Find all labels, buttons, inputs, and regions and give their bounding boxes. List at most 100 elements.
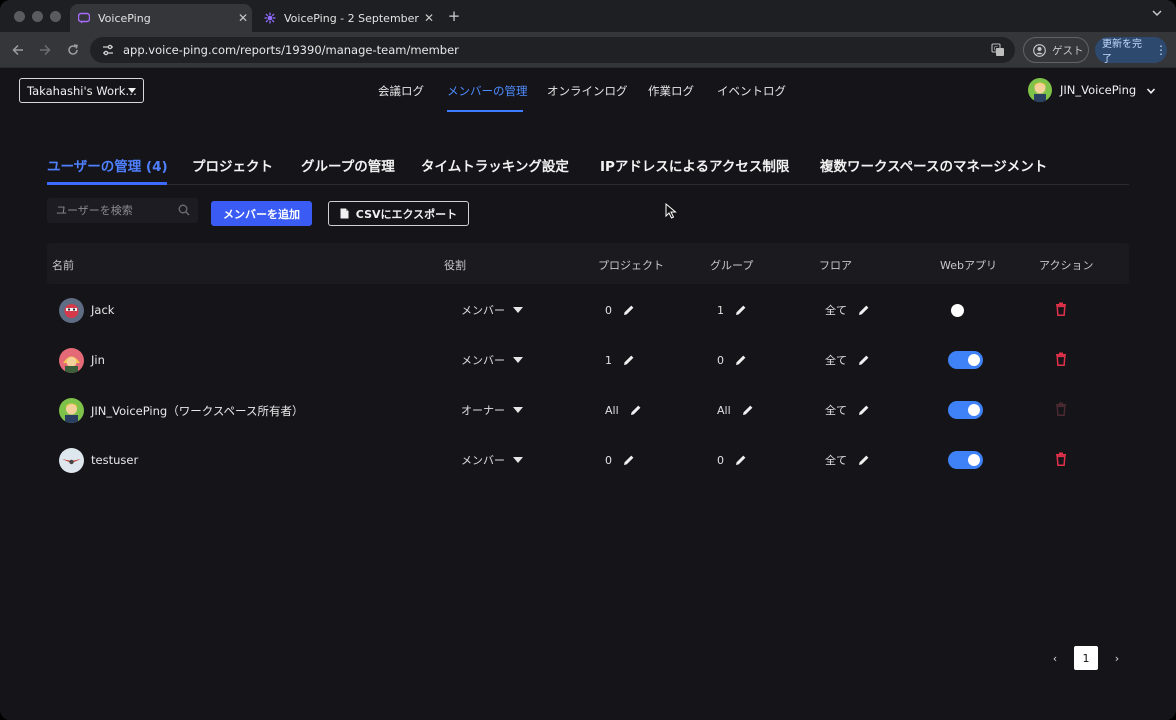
edit-pencil-icon[interactable] xyxy=(858,454,870,466)
update-browser-button[interactable]: 更新を完了 ⋮ xyxy=(1095,37,1167,65)
guest-label: ゲスト xyxy=(1052,44,1084,57)
group-count: 0 xyxy=(717,453,724,467)
tab-strip: VoicePing ✕ VoicePing - 2 September 2024… xyxy=(0,0,1176,32)
workspace-select[interactable]: Takahashi's Work… xyxy=(19,78,144,103)
role-select[interactable]: オーナー xyxy=(461,402,523,418)
delete-trash-icon[interactable] xyxy=(1055,352,1067,366)
avatar xyxy=(1028,78,1052,102)
translate-icon[interactable]: G xyxy=(991,43,1005,57)
active-tab-indicator xyxy=(47,182,167,185)
pagination-prev-icon[interactable]: ‹ xyxy=(1043,646,1067,670)
edit-pencil-icon[interactable] xyxy=(858,304,870,316)
web-app-toggle[interactable] xyxy=(948,451,983,469)
caret-down-icon xyxy=(513,407,523,413)
mouse-cursor-icon xyxy=(665,202,677,219)
app-header: Takahashi's Work… 会議ログ メンバーの管理 オンラインログ 作… xyxy=(0,68,1176,112)
tab-close-icon[interactable]: ✕ xyxy=(420,11,438,25)
export-csv-button[interactable]: CSVにエクスポート xyxy=(328,201,469,226)
project-count-cell: All xyxy=(605,402,642,418)
project-count-cell: 0 xyxy=(605,302,635,318)
tab-close-icon[interactable]: ✕ xyxy=(234,11,252,25)
tabs-divider xyxy=(47,184,1129,185)
project-count: 1 xyxy=(605,353,612,367)
avatar xyxy=(59,298,84,323)
pagination-next-icon[interactable]: › xyxy=(1105,646,1129,670)
pagination-page-1[interactable]: 1 xyxy=(1074,646,1098,670)
floor-cell: 全て xyxy=(825,402,870,418)
column-group: グループ xyxy=(710,259,754,272)
edit-pencil-icon[interactable] xyxy=(858,354,870,366)
nav-member-management[interactable]: メンバーの管理 xyxy=(447,83,528,99)
user-name: JIN_VoicePing（ワークスペース所有者） xyxy=(91,404,304,418)
edit-pencil-icon[interactable] xyxy=(742,404,754,416)
role-value: メンバー xyxy=(461,354,505,367)
group-count-cell: 1 xyxy=(717,302,747,318)
kebab-menu-icon[interactable]: ⋮ xyxy=(1155,43,1167,57)
window-zoom-dot[interactable] xyxy=(50,11,61,22)
nav-event-log[interactable]: イベントログ xyxy=(717,83,786,99)
column-floor: フロア xyxy=(819,259,852,272)
tab-time-tracking[interactable]: タイムトラッキング設定 xyxy=(421,155,569,175)
url-text: app.voice-ping.com/reports/19390/manage-… xyxy=(123,43,459,57)
browser-tab-report[interactable]: VoicePing - 2 September 2024 ✕ xyxy=(256,4,438,32)
reload-icon[interactable] xyxy=(64,41,82,59)
back-icon[interactable] xyxy=(9,41,27,59)
new-tab-icon[interactable]: + xyxy=(445,7,463,25)
caret-down-icon xyxy=(513,457,523,463)
edit-pencil-icon[interactable] xyxy=(858,404,870,416)
web-app-toggle[interactable] xyxy=(948,301,983,319)
delete-trash-icon[interactable] xyxy=(1055,452,1067,466)
nav-meeting-log[interactable]: 会議ログ xyxy=(378,83,424,99)
web-app-toggle[interactable] xyxy=(948,351,983,369)
column-web-app: Webアプリ xyxy=(940,259,997,272)
table-header: 名前 役割 プロジェクト グループ フロア Webアプリ アクション xyxy=(47,243,1129,284)
avatar xyxy=(59,348,84,373)
user-name: Jin xyxy=(91,353,105,367)
nav-online-log[interactable]: オンラインログ xyxy=(547,83,628,99)
browser-tab-voiceping[interactable]: VoicePing ✕ xyxy=(70,4,252,32)
role-select[interactable]: メンバー xyxy=(461,302,523,318)
nav-work-log[interactable]: 作業ログ xyxy=(648,83,694,99)
search-input[interactable] xyxy=(47,198,177,223)
edit-pencil-icon[interactable] xyxy=(735,354,747,366)
edit-pencil-icon[interactable] xyxy=(623,304,635,316)
edit-pencil-icon[interactable] xyxy=(630,404,642,416)
edit-pencil-icon[interactable] xyxy=(623,354,635,366)
role-select[interactable]: メンバー xyxy=(461,452,523,468)
user-name: testuser xyxy=(91,453,139,467)
edit-pencil-icon[interactable] xyxy=(735,454,747,466)
toggle-knob xyxy=(968,354,980,366)
edit-pencil-icon[interactable] xyxy=(735,304,747,316)
user-name: Jack xyxy=(91,303,115,317)
tab-ip-restriction[interactable]: IPアドレスによるアクセス制限 xyxy=(600,155,789,175)
toggle-knob xyxy=(968,454,980,466)
role-select[interactable]: メンバー xyxy=(461,352,523,368)
forward-icon[interactable] xyxy=(36,41,54,59)
window-close-dot[interactable] xyxy=(14,11,25,22)
user-search xyxy=(47,198,198,223)
export-csv-label: CSVにエクスポート xyxy=(355,207,458,221)
tab-multi-workspace[interactable]: 複数ワークスペースのマネージメント xyxy=(820,155,1047,175)
tab-search-chevron-icon[interactable] xyxy=(1152,9,1162,20)
tab-user-management[interactable]: ユーザーの管理 (4) xyxy=(47,155,168,175)
browser-window: VoicePing ✕ VoicePing - 2 September 2024… xyxy=(0,0,1176,720)
project-count-cell: 0 xyxy=(605,452,635,468)
user-menu[interactable]: JIN_VoicePing xyxy=(1028,78,1156,102)
guest-profile-button[interactable]: ゲスト xyxy=(1023,37,1089,63)
add-member-button[interactable]: メンバーを追加 xyxy=(211,201,312,226)
avatar xyxy=(59,448,84,473)
document-icon xyxy=(340,208,349,219)
site-settings-icon[interactable] xyxy=(101,43,115,57)
user-name: JIN_VoicePing xyxy=(1060,83,1137,97)
floor-value: 全て xyxy=(825,354,847,367)
floor-value: 全て xyxy=(825,404,847,417)
tab-projects[interactable]: プロジェクト xyxy=(192,155,273,175)
address-bar[interactable]: app.voice-ping.com/reports/19390/manage-… xyxy=(90,37,1015,63)
delete-trash-icon[interactable] xyxy=(1055,302,1067,316)
browser-toolbar: app.voice-ping.com/reports/19390/manage-… xyxy=(0,32,1176,68)
edit-pencil-icon[interactable] xyxy=(623,454,635,466)
tab-group-management[interactable]: グループの管理 xyxy=(301,155,395,175)
web-app-toggle[interactable] xyxy=(948,401,983,419)
window-minimize-dot[interactable] xyxy=(32,11,43,22)
toggle-knob xyxy=(951,304,964,317)
